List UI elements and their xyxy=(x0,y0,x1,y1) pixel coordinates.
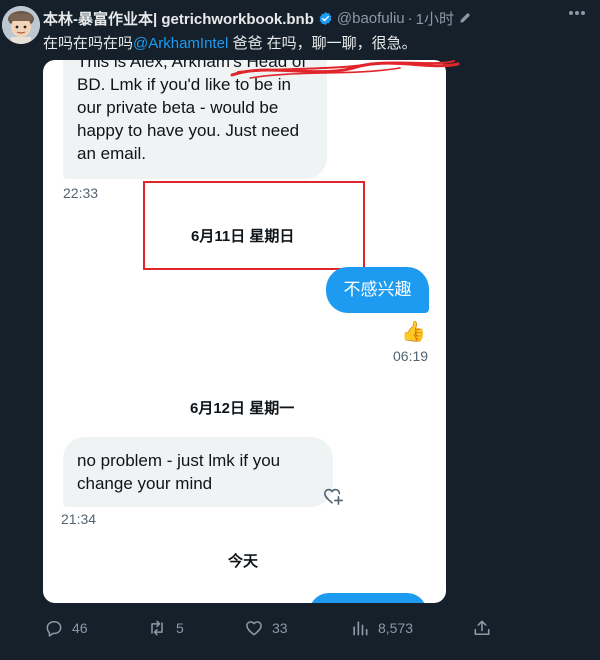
avatar[interactable] xyxy=(2,6,40,44)
tweet-text: 在吗在吗在吗@ArkhamIntel 爸爸 在吗，聊一聊，很急。 xyxy=(43,32,417,53)
tweet-text-prefix: 在吗在吗在吗 xyxy=(43,35,134,52)
share-icon xyxy=(474,620,490,636)
retweet-count: 5 xyxy=(176,620,184,636)
views-button[interactable]: 8,573 xyxy=(350,618,413,638)
reply-icon xyxy=(46,621,62,637)
message-reaction: 👍 xyxy=(401,321,426,343)
message-timestamp: 22:33 xyxy=(63,185,99,201)
date-separator: 6月11日 星期日 xyxy=(191,228,295,245)
time-separator: · xyxy=(407,9,413,27)
edit-icon[interactable] xyxy=(458,11,472,25)
retweet-icon xyxy=(151,620,163,636)
tweet-time[interactable]: 1小时 xyxy=(416,8,454,29)
views-count: 8,573 xyxy=(378,620,414,636)
more-icon[interactable] xyxy=(568,10,586,16)
message-bubble-received: no problem - just lmk if you change your… xyxy=(63,437,333,507)
tweet-actions: 46 5 33 8,573 xyxy=(0,614,600,640)
message-timestamp: 21:34 xyxy=(61,511,97,527)
add-reaction-icon xyxy=(323,488,343,505)
tweet-header: 本林-暴富作业本| getrichworkbook.bnb @baofuliu … xyxy=(43,8,472,28)
like-button[interactable]: 33 xyxy=(244,618,288,638)
date-separator: 今天 xyxy=(228,553,259,570)
message-bubble-sent xyxy=(309,593,427,603)
share-button[interactable] xyxy=(472,618,500,638)
message-bubble-sent: 不感兴趣 xyxy=(326,267,429,313)
author-name[interactable]: 本林-暴富作业本| getrichworkbook.bnb xyxy=(43,8,314,29)
mention-link[interactable]: @ArkhamIntel xyxy=(133,35,228,52)
date-separator: 6月12日 星期一 xyxy=(190,400,295,417)
like-icon xyxy=(246,621,262,636)
reply-count: 46 xyxy=(72,620,88,636)
reply-button[interactable]: 46 xyxy=(44,618,88,638)
message-bubble-received: This is Alex, Arkham's Head of BD. Lmk i… xyxy=(63,60,327,179)
like-count: 33 xyxy=(272,620,288,636)
author-handle[interactable]: @baofuliu xyxy=(337,10,405,27)
tweet-text-suffix: 爸爸 在吗，聊一聊，很急。 xyxy=(228,35,417,52)
views-icon xyxy=(353,621,368,636)
verified-icon xyxy=(319,11,332,25)
message-timestamp: 06:19 xyxy=(393,348,429,364)
retweet-button[interactable]: 5 xyxy=(146,618,184,638)
dm-screenshot-image[interactable]: This is Alex, Arkham's Head of BD. Lmk i… xyxy=(43,60,446,603)
